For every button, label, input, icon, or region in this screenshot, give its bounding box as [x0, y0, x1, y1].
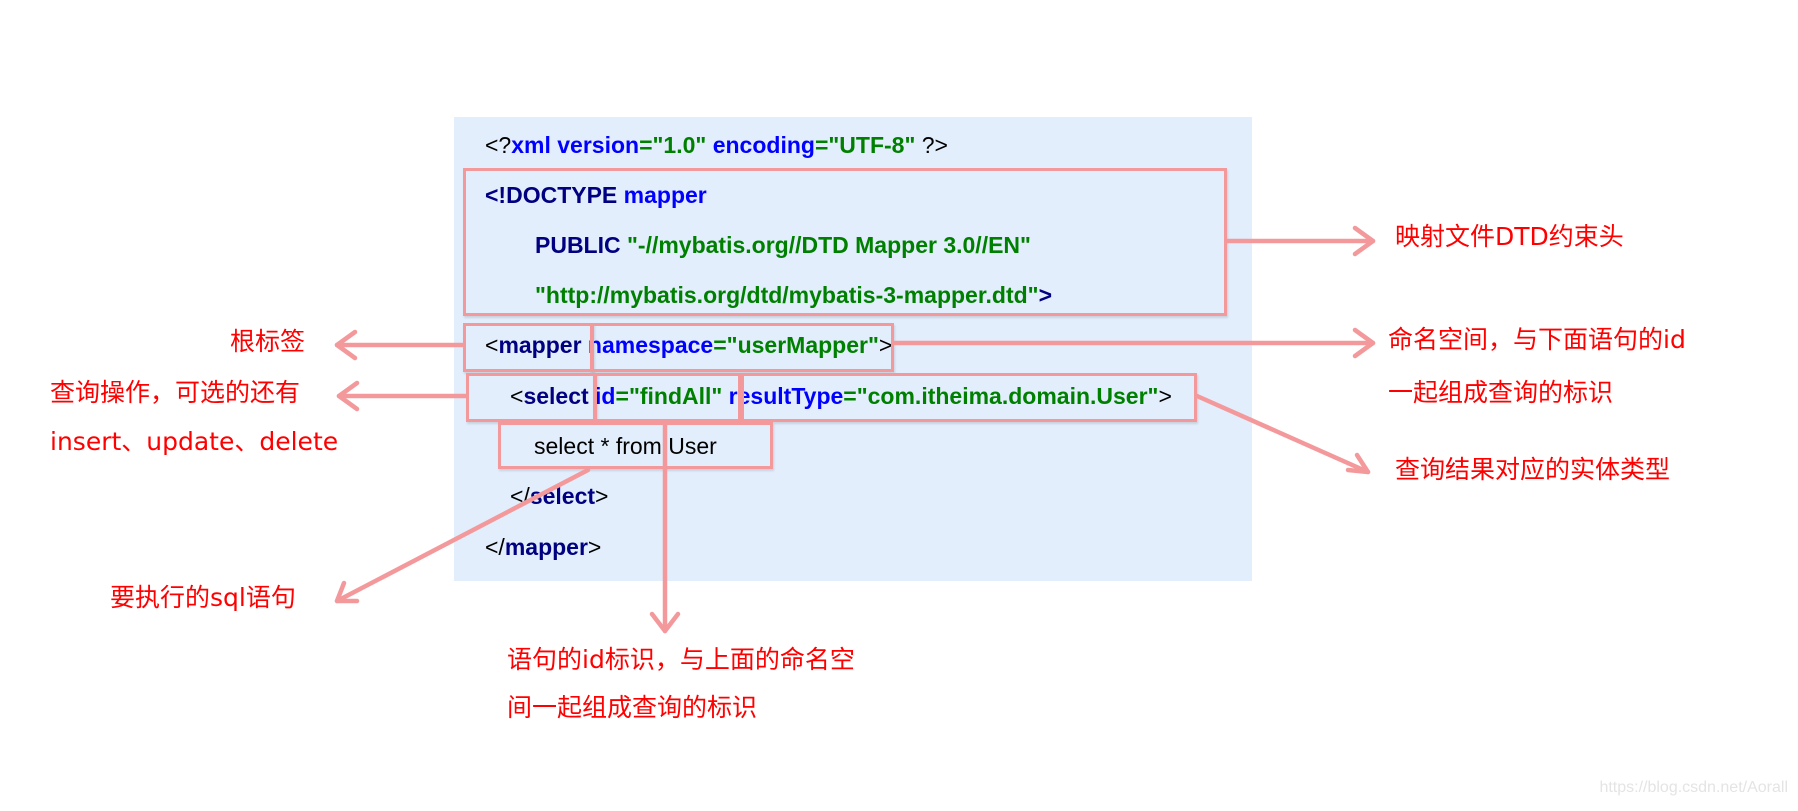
sql-statement-annotation: 要执行的sql语句 — [110, 583, 296, 612]
select-op-annotation-line2: insert、update、delete — [50, 427, 339, 456]
select-op-annotation-line1: 查询操作，可选的还有 — [50, 378, 301, 407]
select-close-line: </select> — [510, 483, 609, 509]
dtd-header-annotation: 映射文件DTD约束头 — [1395, 222, 1624, 251]
select-tag-highlight-box — [466, 373, 597, 422]
root-tag-arrow — [334, 329, 466, 361]
statement-id-annotation-line2: 间一起组成查询的标识 — [507, 693, 758, 722]
namespace-annotation-line2: 一起组成查询的标识 — [1388, 378, 1614, 407]
result-type-annotation: 查询结果对应的实体类型 — [1395, 455, 1671, 484]
select-op-arrow — [336, 380, 469, 412]
root-tag-annotation: 根标签 — [230, 327, 306, 356]
result-type-highlight-box — [741, 373, 1197, 422]
namespace-annotation-line1: 命名空间，与下面语句的id — [1388, 325, 1686, 354]
sql-highlight-box — [498, 422, 773, 469]
xml-declaration-line: <?xml version="1.0" encoding="UTF-8" ?> — [485, 132, 948, 158]
statement-id-annotation-line1: 语句的id标识，与上面的命名空 — [507, 645, 855, 674]
mapper-tag-highlight-box — [463, 323, 594, 372]
mapper-close-line: </mapper> — [485, 534, 602, 560]
id-attr-highlight-box — [593, 373, 741, 422]
namespace-highlight-box — [590, 323, 894, 372]
doctype-highlight-box — [463, 168, 1227, 316]
watermark: https://blog.csdn.net/Aorall — [1599, 779, 1788, 796]
